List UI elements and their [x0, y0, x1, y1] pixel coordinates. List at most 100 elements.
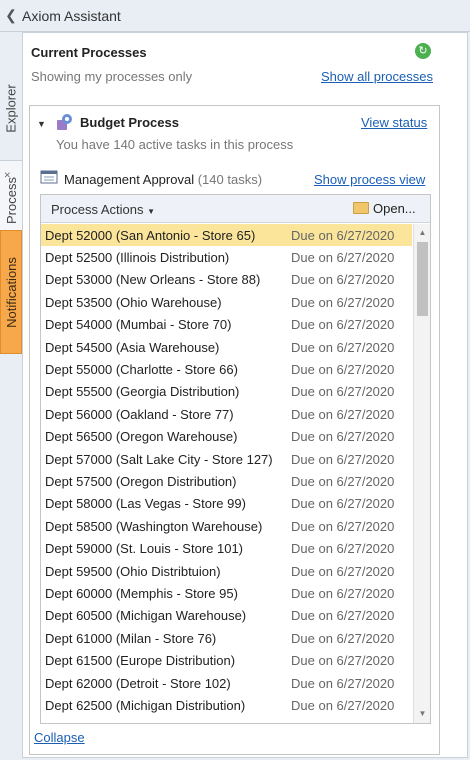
scroll-up-icon[interactable]: ▲: [414, 226, 431, 240]
vertical-scrollbar[interactable]: ▲ ▼: [413, 224, 430, 723]
chevron-left-icon[interactable]: ❮: [0, 7, 22, 24]
tab-notifications-label: Notifications: [3, 256, 19, 328]
task-due-date: Due on 6/27/2020: [291, 339, 395, 355]
active-tasks-text: You have 140 active tasks in this proces…: [56, 137, 294, 152]
task-name: Dept 53000 (New Orleans - Store 88): [45, 272, 261, 288]
task-due-date: Due on 6/27/2020: [291, 541, 395, 557]
task-list-icon: [40, 170, 58, 184]
task-due-date: Due on 6/27/2020: [291, 384, 395, 400]
scroll-down-icon[interactable]: ▼: [414, 707, 431, 721]
process-panel: Current Processes ↻ Showing my processes…: [22, 32, 468, 758]
show-process-view-link[interactable]: Show process view: [314, 172, 425, 187]
tab-explorer[interactable]: Explorer: [0, 62, 22, 154]
task-name: Dept 55000 (Charlotte - Store 66): [45, 362, 238, 378]
tab-notifications[interactable]: Notifications: [0, 230, 22, 354]
task-name: Dept 60000 (Memphis - Store 95): [45, 585, 238, 601]
task-due-date: Due on 6/27/2020: [291, 630, 395, 646]
task-due-date: Due on 6/27/2020: [291, 473, 395, 489]
task-row[interactable]: Dept 61500 (Europe Distribution) Due on 6…: [41, 649, 412, 671]
tab-process[interactable]: Process ×: [0, 160, 22, 240]
process-icon: [57, 114, 72, 130]
task-name: Dept 59000 (St. Louis - Store 101): [45, 541, 244, 557]
open-button[interactable]: Open...: [353, 201, 416, 216]
chevron-down-icon: ▼: [147, 207, 156, 216]
task-name: Dept 57000 (Salt Lake City - Store 127): [45, 451, 273, 467]
refresh-icon[interactable]: ↻: [415, 43, 431, 59]
view-status-link[interactable]: View status: [361, 115, 427, 130]
task-name: Dept 59500 (Ohio Distribtuion): [45, 563, 221, 579]
task-list: Process Actions ▼ Open... Dept 52000 (Sa…: [40, 194, 431, 724]
task-name: Dept 53500 (Ohio Warehouse): [45, 294, 222, 310]
task-name: Dept 56500 (Oregon Warehouse): [45, 429, 238, 445]
current-processes-subtitle: Showing my processes only: [31, 69, 193, 84]
task-row[interactable]: Dept 59000 (St. Louis - Store 101) Due on…: [41, 537, 412, 559]
task-due-date: Due on 6/27/2020: [291, 250, 395, 266]
budget-process-group: ▼ Budget Process View status You have 14…: [29, 105, 440, 755]
current-processes-title: Current Processes: [31, 45, 147, 60]
task-due-date: Due on 6/27/2020: [291, 697, 395, 713]
task-name: Dept 61500 (Europe Distribution): [45, 653, 236, 669]
task-due-date: Due on 6/27/2020: [291, 294, 395, 310]
task-due-date: Due on 6/27/2020: [291, 563, 395, 579]
task-row[interactable]: Dept 62500 (Michigan Distribution) Due on…: [41, 694, 412, 716]
close-icon[interactable]: ×: [2, 172, 14, 178]
task-row[interactable]: Dept 60000 (Memphis - Store 95) Due on 6/…: [41, 582, 412, 604]
process-actions-label: Process Actions: [51, 202, 144, 217]
task-due-date: Due on 6/27/2020: [291, 653, 395, 669]
title-bar: ❮ Axiom Assistant: [0, 0, 470, 32]
task-row[interactable]: Dept 55000 (Charlotte - Store 66) Due on …: [41, 358, 412, 380]
collapse-triangle-icon[interactable]: ▼: [37, 119, 46, 129]
task-name: Dept 54000 (Mumbai - Store 70): [45, 317, 232, 333]
budget-process-title: Budget Process: [80, 115, 179, 130]
task-row[interactable]: Dept 56000 (Oakland - Store 77) Due on 6/…: [41, 403, 412, 425]
task-row[interactable]: Dept 55500 (Georgia Distribution) Due on …: [41, 381, 412, 403]
task-due-date: Due on 6/27/2020: [291, 496, 395, 512]
task-due-date: Due on 6/27/2020: [291, 675, 395, 691]
process-actions-dropdown[interactable]: Process Actions ▼: [51, 202, 155, 217]
open-label: Open...: [373, 201, 416, 216]
window-title: Axiom Assistant: [22, 7, 121, 24]
tab-process-label: Process: [3, 176, 19, 224]
task-row[interactable]: Dept 62000 (Detroit - Store 102) Due on 6…: [41, 672, 412, 694]
step-title: Management Approval (140 tasks): [64, 172, 262, 187]
step-name: Management Approval: [64, 172, 195, 187]
task-row[interactable]: Dept 52000 (San Antonio - Store 65) Due o…: [41, 224, 412, 247]
task-name: Dept 55500 (Georgia Distribution): [45, 384, 240, 400]
task-due-date: Due on 6/27/2020: [291, 227, 395, 243]
task-name: Dept 52000 (San Antonio - Store 65): [45, 227, 256, 243]
task-name: Dept 61000 (Milan - Store 76): [45, 630, 217, 646]
task-row[interactable]: Dept 59500 (Ohio Distribtuion) Due on 6/2…: [41, 560, 412, 582]
task-due-date: Due on 6/27/2020: [291, 451, 395, 467]
tab-explorer-label: Explorer: [3, 83, 19, 133]
task-toolbar: Process Actions ▼ Open...: [41, 195, 430, 223]
task-row[interactable]: Dept 54500 (Asia Warehouse) Due on 6/27/2…: [41, 336, 412, 358]
task-row[interactable]: Dept 53500 (Ohio Warehouse) Due on 6/27/2…: [41, 291, 412, 313]
task-name: Dept 62500 (Michigan Distribution): [45, 697, 246, 713]
task-due-date: Due on 6/27/2020: [291, 317, 395, 333]
task-due-date: Due on 6/27/2020: [291, 362, 395, 378]
show-all-processes-link[interactable]: Show all processes: [321, 69, 433, 84]
task-name: Dept 58000 (Las Vegas - Store 99): [45, 496, 246, 512]
task-row[interactable]: Dept 61000 (Milan - Store 76) Due on 6/27…: [41, 627, 412, 649]
task-name: Dept 52500 (Illinois Distribution): [45, 250, 230, 266]
task-due-date: Due on 6/27/2020: [291, 272, 395, 288]
task-row[interactable]: Dept 57500 (Oregon Distribution) Due on 6…: [41, 470, 412, 492]
task-row[interactable]: Dept 58500 (Washington Warehouse) Due on …: [41, 515, 412, 537]
step-task-count: (140 tasks): [197, 172, 263, 187]
task-row[interactable]: Dept 52500 (Illinois Distribution) Due on…: [41, 246, 412, 268]
task-due-date: Due on 6/27/2020: [291, 406, 395, 422]
task-row[interactable]: Dept 58000 (Las Vegas - Store 99) Due on …: [41, 493, 412, 515]
task-row[interactable]: Dept 56500 (Oregon Warehouse) Due on 6/27…: [41, 426, 412, 448]
scroll-thumb[interactable]: [417, 242, 428, 316]
collapse-link[interactable]: Collapse: [34, 730, 85, 745]
task-due-date: Due on 6/27/2020: [291, 608, 395, 624]
task-row[interactable]: Dept 57000 (Salt Lake City - Store 127) D…: [41, 448, 412, 470]
task-due-date: Due on 6/27/2020: [291, 585, 395, 601]
task-name: Dept 62000 (Detroit - Store 102): [45, 675, 231, 691]
task-rows: Dept 52000 (San Antonio - Store 65) Due o…: [41, 224, 412, 723]
task-name: Dept 54500 (Asia Warehouse): [45, 339, 220, 355]
task-row[interactable]: Dept 54000 (Mumbai - Store 70) Due on 6/2…: [41, 314, 412, 336]
task-row[interactable]: Dept 53000 (New Orleans - Store 88) Due o…: [41, 269, 412, 291]
task-due-date: Due on 6/27/2020: [291, 429, 395, 445]
task-row[interactable]: Dept 60500 (Michigan Warehouse) Due on 6/…: [41, 605, 412, 627]
